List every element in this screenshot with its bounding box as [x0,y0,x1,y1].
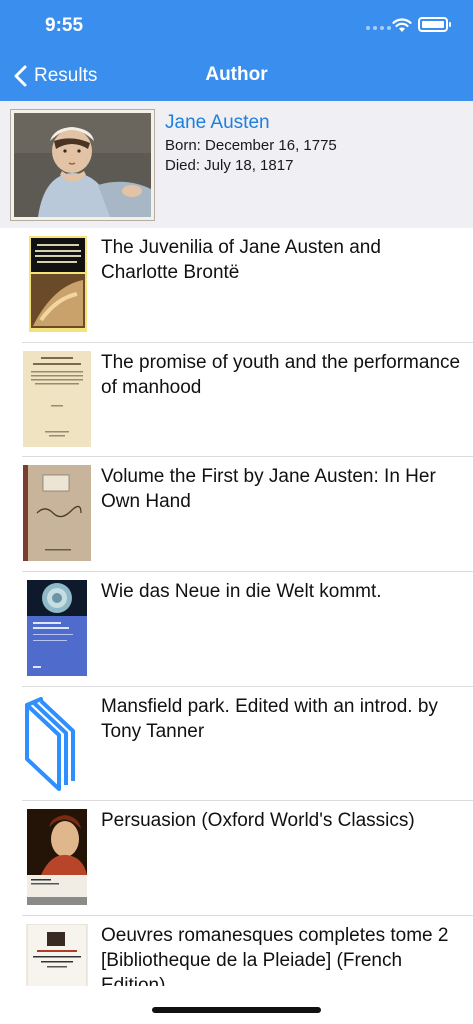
placeholder-books-icon [25,696,75,791]
author-born: Born: December 16, 1775 [165,137,337,154]
book-cover [23,809,91,906]
book-title: Wie das Neue in die Welt kommt. [101,581,382,603]
book-cover [23,465,91,562]
book-row[interactable]: Wie das Neue in die Welt kommt. [22,572,473,687]
author-header: Jane Austen Born: December 16, 1775 Died… [0,101,473,228]
book-title: The Juvenilia of Jane Austen and Charlot… [101,237,381,283]
book-row[interactable]: Oeuvres romanesques completes tome 2 [Bi… [22,916,473,986]
book-list: The Juvenilia of Jane Austen and Charlot… [0,228,473,986]
page-title: Author [205,64,268,85]
book-cover-image [29,236,87,332]
author-name[interactable]: Jane Austen [165,112,270,134]
author-portrait [11,110,154,220]
book-cover [23,695,91,791]
book-cover-image [26,924,88,986]
book-cover [23,580,91,677]
book-row[interactable]: Volume the First by Jane Austen: In Her … [22,457,473,573]
book-cover-image [23,350,91,447]
book-cover-image [27,809,87,906]
book-row[interactable]: Mansfield park. Edited with an introd. b… [22,687,473,802]
book-cover-image [23,465,91,562]
author-died: Died: July 18, 1817 [165,157,294,174]
book-title: Persuasion (Oxford World's Classics) [101,810,415,832]
book-cover [23,236,91,332]
book-row[interactable]: The Juvenilia of Jane Austen and Charlot… [22,228,473,343]
book-cover [23,924,91,986]
book-title: Volume the First by Jane Austen: In Her … [101,466,436,513]
book-title: The promise of youth and the performance… [101,351,461,398]
home-indicator [152,1007,321,1013]
book-title: Oeuvres romanesques completes tome 2 [Bi… [101,925,449,986]
book-cover-image [27,580,87,677]
book-cover [23,350,91,447]
status-time: 9:55 [45,15,84,36]
signal-icon [366,26,391,30]
navigation-bar: 9:55 Results Author [0,0,473,101]
battery-icon [418,17,451,32]
portrait-image [14,113,151,217]
book-title: Mansfield park. Edited with an introd. b… [101,695,438,742]
book-row[interactable]: The promise of youth and the performance… [22,343,473,458]
book-row[interactable]: Persuasion (Oxford World's Classics) [22,801,473,917]
wifi-icon [392,18,412,32]
